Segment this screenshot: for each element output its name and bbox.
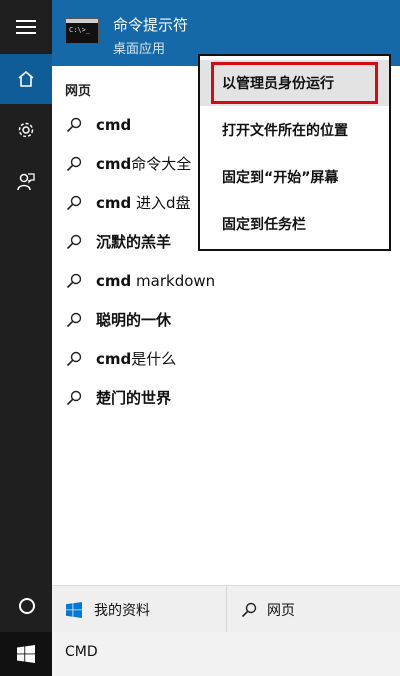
settings-button[interactable] bbox=[0, 105, 52, 155]
web-section-title: 网页 bbox=[65, 84, 92, 99]
my-stuff-filter[interactable]: 我的资料 bbox=[66, 586, 150, 633]
taskbar: CMD bbox=[0, 632, 400, 676]
cortana-ring-icon[interactable] bbox=[19, 598, 35, 614]
search-icon bbox=[66, 351, 82, 366]
search-filter-bar: 我的资料 网页 bbox=[52, 585, 400, 633]
search-icon bbox=[66, 390, 82, 405]
highlight-box bbox=[211, 62, 378, 104]
search-icon bbox=[66, 156, 82, 171]
top-result-title: 命令提示符 bbox=[113, 16, 189, 34]
command-prompt-icon: C:\>_ bbox=[65, 18, 99, 44]
gear-icon bbox=[18, 122, 34, 138]
windows-logo-icon bbox=[66, 601, 82, 618]
pin-to-taskbar-menu-item[interactable]: 固定到任务栏 bbox=[200, 201, 389, 247]
search-query-text: CMD bbox=[65, 644, 98, 660]
web-result-item[interactable]: 聪明的一休 bbox=[52, 300, 400, 339]
search-icon bbox=[66, 234, 82, 249]
search-input[interactable]: CMD bbox=[52, 632, 400, 676]
web-result-item[interactable]: cmd markdown bbox=[52, 261, 400, 300]
context-menu: 以管理员身份运行 打开文件所在的位置 固定到“开始”屏幕 固定到任务栏 bbox=[198, 54, 391, 251]
menu-button[interactable] bbox=[0, 2, 52, 52]
web-result-item[interactable]: 楚门的世界 bbox=[52, 378, 400, 417]
feedback-button[interactable] bbox=[0, 157, 52, 207]
pin-to-start-menu-item[interactable]: 固定到“开始”屏幕 bbox=[200, 154, 389, 200]
search-icon bbox=[66, 273, 82, 288]
hamburger-icon bbox=[16, 20, 36, 34]
start-button[interactable] bbox=[0, 632, 52, 676]
home-button[interactable] bbox=[0, 54, 52, 104]
web-result-item[interactable]: cmd是什么 bbox=[52, 339, 400, 378]
left-rail bbox=[0, 0, 52, 632]
search-icon bbox=[241, 602, 257, 617]
search-icon bbox=[66, 117, 82, 132]
web-filter[interactable]: 网页 bbox=[241, 586, 295, 633]
windows-logo-icon bbox=[17, 645, 35, 663]
top-result-subtitle: 桌面应用 bbox=[113, 42, 166, 57]
search-icon bbox=[66, 195, 82, 210]
open-file-location-menu-item[interactable]: 打开文件所在的位置 bbox=[200, 107, 389, 153]
feedback-icon bbox=[17, 173, 35, 191]
search-icon bbox=[66, 312, 82, 327]
home-icon bbox=[18, 70, 34, 87]
